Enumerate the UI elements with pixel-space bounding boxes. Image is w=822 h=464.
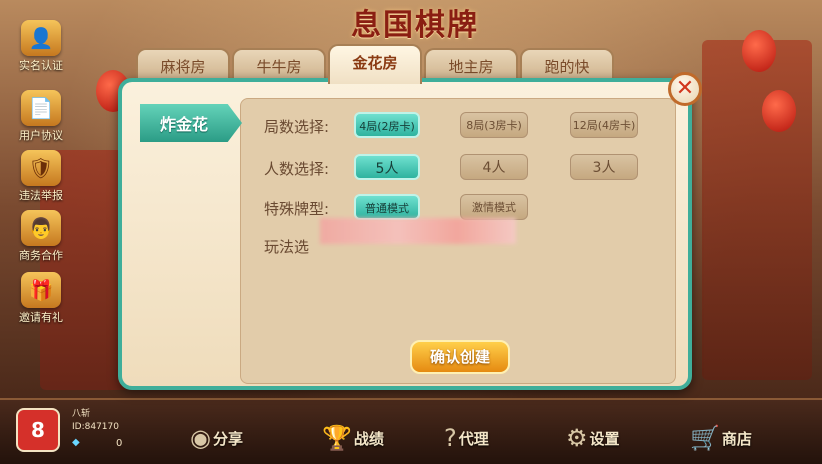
game-type-tag[interactable]: 炸金花	[140, 104, 242, 142]
players-label: 人数选择:	[264, 160, 330, 178]
confirm-create-button[interactable]: 确认创建	[410, 340, 510, 374]
diamond-count: 0	[116, 438, 123, 449]
document-icon: 📄	[21, 90, 61, 126]
nav-share[interactable]: ◉ 分享	[190, 420, 243, 456]
player-id: ID:847170	[72, 422, 119, 432]
cart-icon: 🛒	[690, 424, 720, 452]
id-card-icon: 👤	[21, 20, 61, 56]
nav-label: 战绩	[353, 429, 384, 448]
question-icon: ?	[444, 424, 457, 452]
special-option-normal[interactable]: 普通模式	[354, 194, 420, 220]
close-button[interactable]: ✕	[668, 72, 702, 106]
players-option-3[interactable]: 3人	[570, 154, 638, 180]
rules-label: 玩法选	[264, 238, 310, 256]
player-profile[interactable]: 8 八斩 ID:847170 ◆ 0	[12, 404, 144, 456]
background-building-right	[702, 40, 812, 380]
nav-agent[interactable]: ? 代理	[444, 420, 489, 456]
handshake-icon: 👨	[21, 210, 61, 246]
menu-item-business[interactable]: 👨 商务合作	[8, 210, 74, 263]
lantern-decoration	[762, 90, 796, 132]
menu-item-verify[interactable]: 👤 实名认证	[8, 20, 74, 73]
gift-icon: 🎁	[21, 272, 61, 308]
gear-icon: ⚙	[566, 424, 588, 452]
player-name: 八斩	[72, 409, 91, 419]
menu-label: 商务合作	[19, 249, 63, 262]
tab-mahjong[interactable]: 麻将房	[136, 48, 230, 82]
rounds-option-4[interactable]: 4局(2房卡)	[354, 112, 420, 138]
redacted-area	[320, 218, 516, 244]
nav-label: 设置	[589, 429, 620, 448]
menu-label: 邀请有礼	[19, 311, 63, 324]
special-option-passion[interactable]: 激情模式	[460, 194, 528, 220]
tab-dizhu[interactable]: 地主房	[424, 48, 518, 82]
menu-item-report[interactable]: 🛡 违法举报	[8, 150, 74, 203]
players-option-5[interactable]: 5人	[354, 154, 420, 180]
menu-label: 违法举报	[19, 189, 63, 202]
close-icon: ✕	[675, 76, 695, 101]
nav-label: 分享	[212, 429, 243, 448]
app-title: 息国棋牌	[351, 8, 479, 43]
report-icon: 🛡	[21, 150, 61, 186]
menu-label: 实名认证	[19, 59, 63, 72]
tab-niuniu[interactable]: 牛牛房	[232, 48, 326, 82]
tab-paodekuai[interactable]: 跑的快	[520, 48, 614, 82]
nav-records[interactable]: 🏆 战绩	[322, 420, 384, 456]
special-label: 特殊牌型:	[264, 200, 330, 218]
rounds-label: 局数选择:	[264, 118, 330, 136]
tab-jinhua[interactable]: 金花房	[328, 44, 422, 84]
menu-item-agreement[interactable]: 📄 用户协议	[8, 90, 74, 143]
lantern-decoration	[742, 30, 776, 72]
menu-item-invite[interactable]: 🎁 邀请有礼	[8, 272, 74, 325]
rounds-option-8[interactable]: 8局(3房卡)	[460, 112, 528, 138]
avatar: 8	[16, 408, 60, 452]
trophy-icon: 🏆	[322, 424, 352, 452]
diamond-icon: ◆	[72, 437, 80, 448]
share-icon: ◉	[190, 424, 211, 452]
nav-label: 代理	[458, 429, 489, 448]
nav-label: 商店	[721, 429, 752, 448]
players-option-4[interactable]: 4人	[460, 154, 528, 180]
nav-settings[interactable]: ⚙ 设置	[566, 420, 620, 456]
rounds-option-12[interactable]: 12局(4房卡)	[570, 112, 638, 138]
nav-shop[interactable]: 🛒 商店	[690, 420, 752, 456]
menu-label: 用户协议	[19, 129, 63, 142]
